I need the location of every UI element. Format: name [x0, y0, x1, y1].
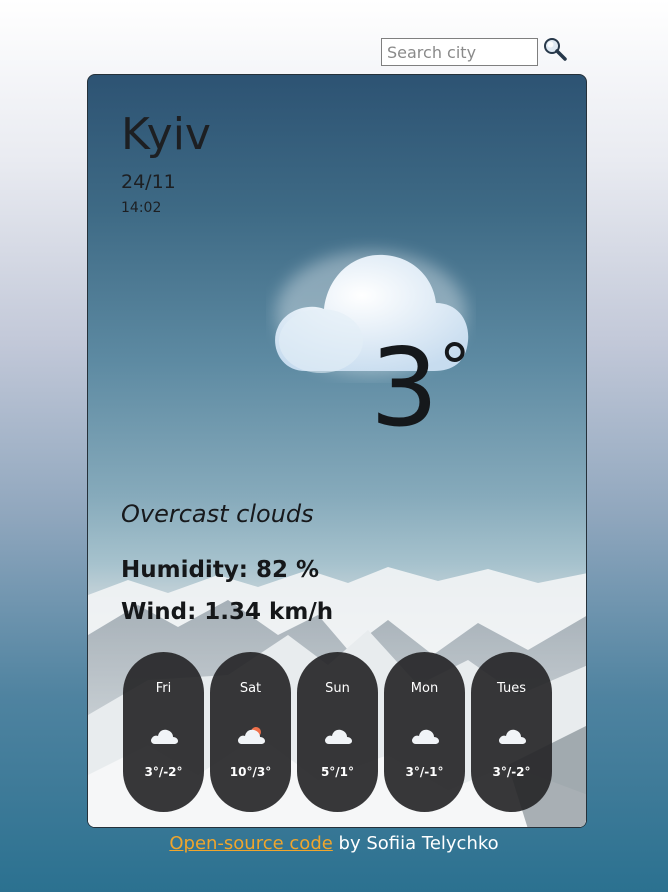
forecast-day: Mon 3°/-1°	[384, 652, 465, 812]
cloud-icon	[151, 729, 178, 744]
forecast-temp: 10°/3°	[229, 765, 272, 779]
forecast-day-name: Sat	[239, 681, 262, 696]
date-text: 24/11	[121, 171, 176, 193]
cloud-icon	[325, 729, 352, 744]
humidity-text: Humidity: 82 %	[121, 557, 320, 583]
cloud-icon	[412, 729, 439, 744]
degree-symbol: °	[438, 332, 471, 406]
forecast-day-name: Fri	[155, 681, 172, 696]
forecast-temp: 5°/1°	[320, 765, 355, 779]
search-input[interactable]	[381, 38, 538, 66]
forecast-day: Tues 3°/-2°	[471, 652, 552, 812]
weather-card: Kyiv 24/11 14:02 3 ° Overcast clouds Hum…	[87, 74, 587, 828]
forecast-day: Fri 3°/-2°	[123, 652, 204, 812]
forecast-temp: 3°/-2°	[492, 765, 531, 779]
city-name: Kyiv	[121, 109, 211, 160]
forecast-day-name: Sun	[325, 681, 350, 696]
forecast-day: Sat 10°/3°	[210, 652, 291, 812]
forecast-temp: 3°/-1°	[405, 765, 444, 779]
weather-description: Overcast clouds	[121, 500, 314, 528]
search-bar	[381, 38, 569, 66]
cloud-icon	[499, 729, 526, 744]
temperature-value: 3	[370, 326, 439, 451]
forecast-list: Fri 3°/-2° Sat 10°/3° Sun 5°/1° Mon 3°/-…	[123, 652, 552, 812]
sun-cloud-icon	[238, 727, 265, 744]
source-code-link[interactable]: Open-source code	[169, 833, 332, 854]
forecast-temp: 3°/-2°	[144, 765, 183, 779]
time-text: 14:02	[121, 200, 162, 216]
footer: Open-source code by Sofiia Telychko	[0, 833, 668, 854]
wind-text: Wind: 1.34 km/h	[121, 599, 334, 625]
forecast-day-name: Tues	[497, 681, 526, 696]
search-button[interactable]	[541, 35, 569, 63]
author-credit: by Sofiia Telychko	[332, 833, 499, 854]
temperature-display: 3 °	[370, 335, 471, 443]
forecast-day-name: Mon	[410, 681, 439, 696]
forecast-day: Sun 5°/1°	[297, 652, 378, 812]
magnifier-icon	[544, 38, 567, 61]
